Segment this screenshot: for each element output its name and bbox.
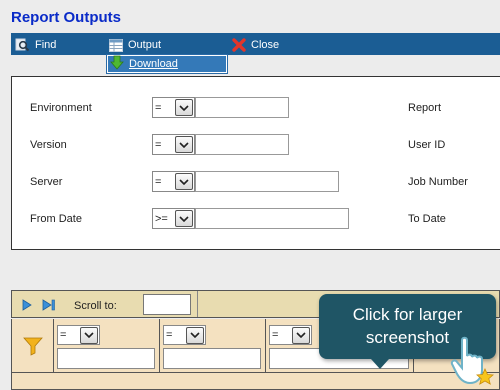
job-number-label: Job Number (408, 176, 468, 188)
output-icon (108, 38, 123, 52)
close-button[interactable]: Close (231, 37, 279, 53)
scroll-to-label: Scroll to: (74, 300, 117, 312)
output-button[interactable]: Output (108, 37, 161, 53)
version-operator-select[interactable]: = (152, 134, 195, 155)
find-icon (15, 38, 30, 52)
grid-filter-cell: = (54, 319, 160, 372)
environment-operator-select[interactable]: = (152, 97, 195, 118)
chevron-down-icon (175, 210, 193, 227)
user-id-label: User ID (408, 139, 446, 151)
last-page-icon[interactable] (42, 299, 55, 311)
next-page-icon[interactable] (21, 299, 33, 311)
toolbar-divider (197, 291, 198, 317)
environment-input[interactable] (195, 97, 289, 118)
chevron-down-icon (175, 136, 193, 153)
download-icon (110, 55, 124, 73)
chevron-down-icon (175, 173, 193, 190)
from-date-label: From Date (30, 213, 82, 225)
to-date-label: To Date (408, 213, 446, 225)
from-date-input[interactable] (195, 208, 349, 229)
grid-filter-operator-select[interactable]: = (57, 325, 100, 345)
find-label: Find (35, 39, 57, 51)
server-operator-select[interactable]: = (152, 171, 195, 192)
version-input[interactable] (195, 134, 289, 155)
grid-filter-operator-select[interactable]: = (163, 325, 206, 345)
server-input[interactable] (195, 171, 339, 192)
output-dropdown-menu: Download (106, 54, 228, 74)
filter-toggle-cell[interactable] (12, 319, 54, 372)
grid-filter-operator-select[interactable]: = (269, 325, 312, 345)
filter-panel: Environment = Report Version = User ID S… (11, 76, 500, 250)
environment-label: Environment (30, 102, 92, 114)
find-button[interactable]: Find (15, 37, 56, 53)
grid-filter-input[interactable] (163, 348, 261, 369)
server-label: Server (30, 176, 63, 188)
close-label: Close (251, 39, 280, 51)
chevron-down-icon (175, 99, 193, 116)
grid-filter-cell: = (160, 319, 266, 372)
report-label: Report (408, 102, 442, 114)
grid-filter-input[interactable] (57, 348, 155, 369)
download-label: Download (129, 58, 178, 70)
toolbar: Find Output Close (11, 33, 500, 55)
page-title: Report Outputs (11, 9, 121, 26)
pointer-hand-icon (448, 336, 494, 389)
output-label: Output (128, 39, 162, 51)
grid-data-row (11, 373, 500, 390)
close-icon (231, 38, 246, 52)
filter-icon (23, 336, 43, 359)
chevron-down-icon (186, 326, 204, 344)
from-date-operator-select[interactable]: >= (152, 208, 195, 229)
chevron-down-icon (292, 326, 310, 344)
scroll-to-input[interactable] (143, 294, 191, 315)
download-menu-item[interactable]: Download (108, 55, 226, 73)
version-label: Version (30, 139, 67, 151)
chevron-down-icon (80, 326, 98, 344)
